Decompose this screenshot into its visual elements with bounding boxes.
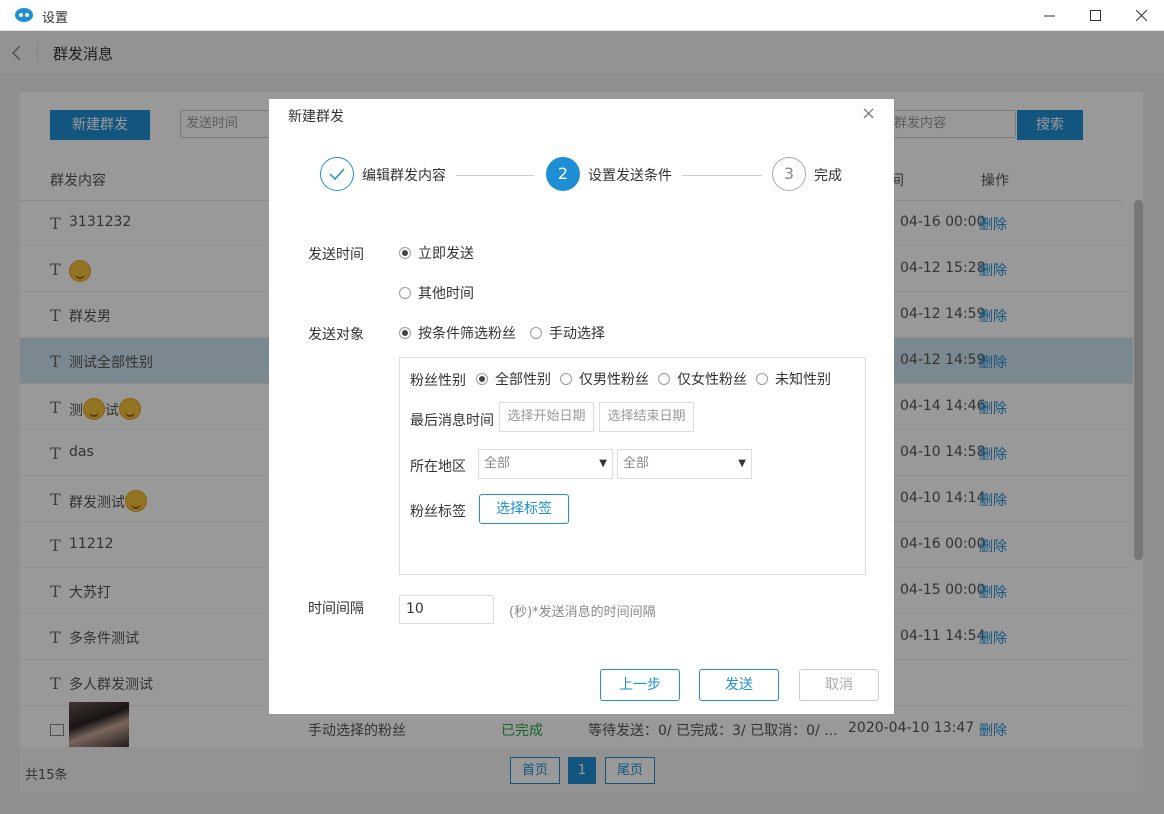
check-icon bbox=[329, 168, 345, 181]
new-broadcast-dialog: 新建群发 × 编辑群发内容 2 设置发送条件 3 完成 发送时间 立即发送 其他… bbox=[269, 99, 894, 714]
app-logo-icon bbox=[15, 8, 33, 22]
step-label: 完成 bbox=[814, 168, 842, 184]
dialog-title: 新建群发 bbox=[288, 109, 344, 125]
radio-dot bbox=[658, 373, 670, 385]
interval-label: 时间间隔 bbox=[308, 601, 364, 617]
radio-target-manual[interactable]: 手动选择 bbox=[530, 325, 605, 342]
dropdown-arrow-icon: ▼ bbox=[738, 458, 746, 469]
step-number: 3 bbox=[772, 157, 806, 191]
interval-hint: (秒)*发送消息的时间间隔 bbox=[509, 605, 656, 620]
radio-dot bbox=[560, 373, 572, 385]
radio-target-filter[interactable]: 按条件筛选粉丝 bbox=[399, 325, 516, 342]
filter-conditions-box: 粉丝性别 全部性别 仅男性粉丝 仅女性粉丝 未知性别 最后消息时间 选择开始日期… bbox=[399, 357, 866, 575]
radio-gender-male[interactable]: 仅男性粉丝 bbox=[560, 371, 649, 388]
radio-send-now[interactable]: 立即发送 bbox=[399, 245, 474, 262]
radio-dot bbox=[399, 327, 411, 339]
send-target-label: 发送对象 bbox=[308, 327, 364, 343]
end-date-input[interactable]: 选择结束日期 bbox=[599, 402, 694, 432]
close-icon[interactable]: × bbox=[861, 103, 876, 124]
maximize-icon bbox=[1089, 10, 1101, 21]
step-number: 2 bbox=[546, 157, 580, 191]
minimize-button[interactable] bbox=[1026, 0, 1072, 31]
radio-gender-all[interactable]: 全部性别 bbox=[476, 371, 551, 388]
title-bar: 设置 bbox=[0, 0, 1164, 31]
radio-dot bbox=[756, 373, 768, 385]
start-date-input[interactable]: 选择开始日期 bbox=[499, 402, 594, 432]
minimize-icon bbox=[1043, 15, 1055, 17]
radio-dot bbox=[476, 373, 488, 385]
step-label: 编辑群发内容 bbox=[362, 168, 446, 184]
window-title: 设置 bbox=[42, 11, 69, 26]
interval-input[interactable]: 10 bbox=[399, 595, 494, 624]
radio-dot bbox=[530, 327, 542, 339]
send-time-label: 发送时间 bbox=[308, 247, 364, 263]
radio-gender-unknown[interactable]: 未知性别 bbox=[756, 371, 831, 388]
region-label: 所在地区 bbox=[410, 459, 466, 475]
region-city-select[interactable]: 全部 ▼ bbox=[617, 449, 752, 479]
maximize-button[interactable] bbox=[1072, 0, 1118, 31]
radio-dot bbox=[399, 287, 411, 299]
radio-send-other-time[interactable]: 其他时间 bbox=[399, 285, 474, 302]
cancel-button[interactable]: 取消 bbox=[799, 669, 879, 701]
radio-dot bbox=[399, 247, 411, 259]
close-icon bbox=[1135, 10, 1147, 21]
step-connector bbox=[682, 175, 762, 176]
dropdown-arrow-icon: ▼ bbox=[599, 458, 607, 469]
send-button[interactable]: 发送 bbox=[699, 669, 779, 701]
region-province-select[interactable]: 全部 ▼ bbox=[478, 449, 613, 479]
radio-gender-female[interactable]: 仅女性粉丝 bbox=[658, 371, 747, 388]
step-done-indicator bbox=[320, 157, 354, 191]
last-message-time-label: 最后消息时间 bbox=[410, 413, 494, 429]
fan-tag-label: 粉丝标签 bbox=[410, 504, 466, 520]
step-connector bbox=[456, 175, 534, 176]
gender-label: 粉丝性别 bbox=[410, 373, 466, 389]
select-tag-button[interactable]: 选择标签 bbox=[479, 494, 569, 524]
close-window-button[interactable] bbox=[1118, 0, 1164, 31]
step-label: 设置发送条件 bbox=[588, 168, 672, 184]
previous-step-button[interactable]: 上一步 bbox=[600, 669, 680, 701]
